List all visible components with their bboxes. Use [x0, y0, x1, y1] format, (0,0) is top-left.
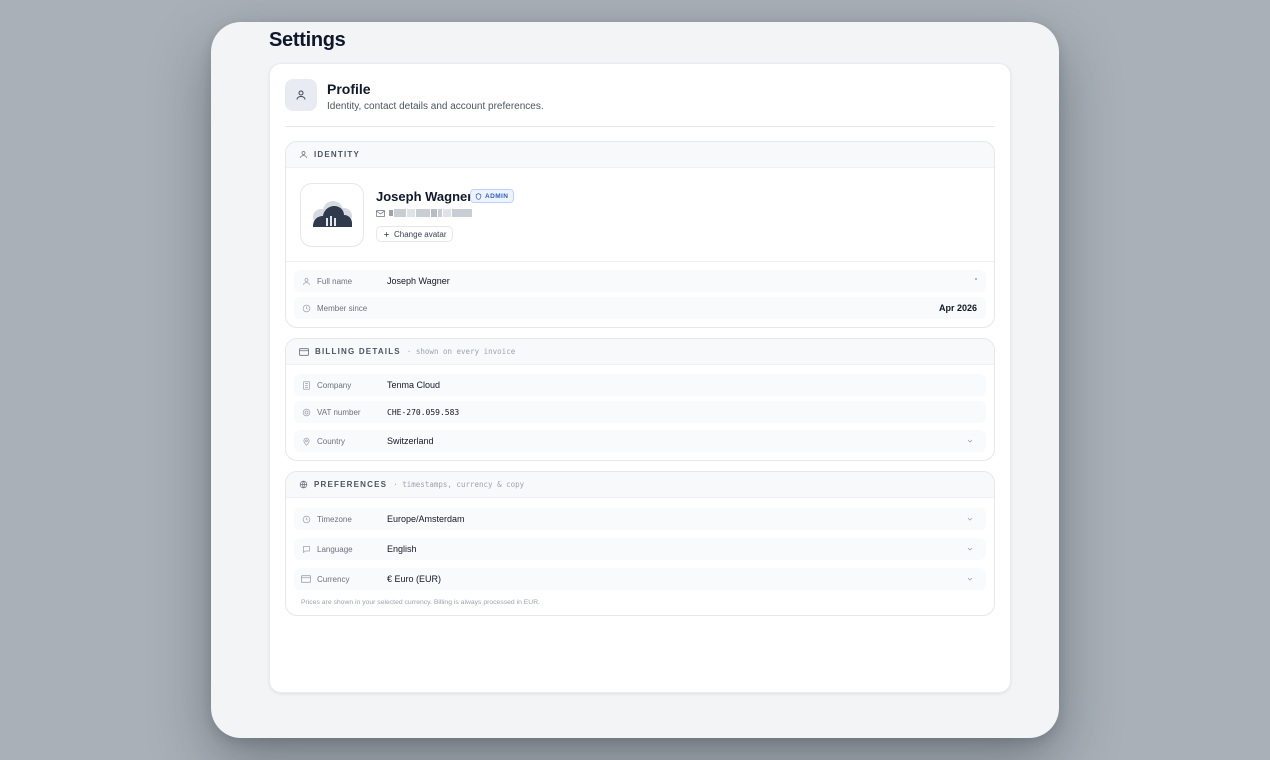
cloud-logo-icon [309, 200, 355, 230]
edited-dot [975, 278, 977, 280]
language-value[interactable]: English [387, 544, 417, 554]
member-since-row: Member since Apr 2026 [294, 297, 986, 319]
globe-icon [299, 480, 308, 489]
email-row [376, 209, 472, 217]
timezone-label: Timezone [317, 514, 352, 524]
currency-label: Currency [317, 574, 350, 584]
change-avatar-label: Change avatar [394, 229, 447, 239]
chevron-down-icon[interactable] [966, 545, 974, 553]
preferences-section-note: · timestamps, currency & copy [393, 480, 525, 489]
clock-icon [301, 514, 311, 524]
company-label: Company [317, 380, 352, 390]
preferences-section-header: PREFERENCES · timestamps, currency & cop… [286, 472, 994, 498]
country-select[interactable]: Country Switzerland [294, 430, 986, 452]
admin-badge: ADMIN [470, 189, 515, 203]
mail-icon [376, 209, 385, 217]
map-pin-icon [301, 436, 311, 446]
language-label: Language [317, 544, 353, 554]
currency-footnote: Prices are shown in your selected curren… [301, 599, 540, 606]
chat-bubble-icon [301, 544, 311, 554]
company-value[interactable]: Tenma Cloud [387, 380, 440, 390]
full-name-field[interactable]: Full name Joseph Wagner [294, 270, 986, 292]
billing-section-header: BILLING DETAILS · shown on every invoice [286, 339, 994, 365]
preferences-section-label: PREFERENCES [314, 480, 388, 489]
vat-field[interactable]: VAT number CHE-270.059.583 [294, 401, 986, 423]
email-redacted [389, 209, 472, 217]
avatar[interactable] [300, 183, 364, 247]
full-name-label: Full name [317, 276, 353, 286]
timezone-value[interactable]: Europe/Amsterdam [387, 514, 465, 524]
credit-card-icon [299, 347, 309, 356]
plus-icon [383, 231, 390, 238]
member-since-label: Member since [317, 303, 368, 313]
building-icon [301, 380, 311, 390]
identity-section-label: IDENTITY [314, 150, 361, 159]
user-icon [301, 276, 311, 286]
credit-card-icon [301, 574, 311, 584]
country-value[interactable]: Switzerland [387, 436, 434, 446]
profile-title: Profile [327, 81, 371, 97]
language-select[interactable]: Language English [294, 538, 986, 560]
currency-select[interactable]: Currency € Euro (EUR) [294, 568, 986, 590]
user-icon [299, 150, 308, 159]
preferences-section: PREFERENCES · timestamps, currency & cop… [285, 471, 995, 616]
country-label: Country [317, 436, 346, 446]
vat-value[interactable]: CHE-270.059.583 [387, 408, 459, 417]
member-since-value: Apr 2026 [938, 303, 977, 313]
chevron-down-icon[interactable] [966, 575, 974, 583]
profile-subtitle: Identity, contact details and account pr… [327, 101, 544, 112]
badge-icon [301, 407, 311, 417]
timezone-select[interactable]: Timezone Europe/Amsterdam [294, 508, 986, 530]
change-avatar-button[interactable]: Change avatar [376, 226, 454, 242]
billing-section-label: BILLING DETAILS [315, 347, 401, 356]
chevron-down-icon[interactable] [966, 515, 974, 523]
vat-label: VAT number [317, 407, 361, 417]
identity-section: IDENTITY Joseph Wagner ADMIN Change avat… [285, 141, 995, 328]
page-title: Settings [269, 29, 346, 51]
admin-badge-label: ADMIN [485, 192, 509, 200]
chevron-down-icon[interactable] [966, 437, 974, 445]
identity-section-header: IDENTITY [286, 142, 994, 168]
user-icon [285, 79, 317, 111]
profile-header: Profile Identity, contact details and ac… [285, 79, 995, 127]
clock-icon [301, 303, 311, 313]
company-field[interactable]: Company Tenma Cloud [294, 374, 986, 396]
user-name: Joseph Wagner [376, 189, 473, 204]
profile-card: Profile Identity, contact details and ac… [269, 63, 1011, 693]
billing-section-note: · shown on every invoice [406, 347, 516, 356]
currency-value[interactable]: € Euro (EUR) [387, 574, 441, 584]
full-name-value[interactable]: Joseph Wagner [387, 276, 450, 286]
divider [286, 261, 994, 262]
shield-icon [475, 192, 482, 200]
billing-section: BILLING DETAILS · shown on every invoice… [285, 338, 995, 461]
